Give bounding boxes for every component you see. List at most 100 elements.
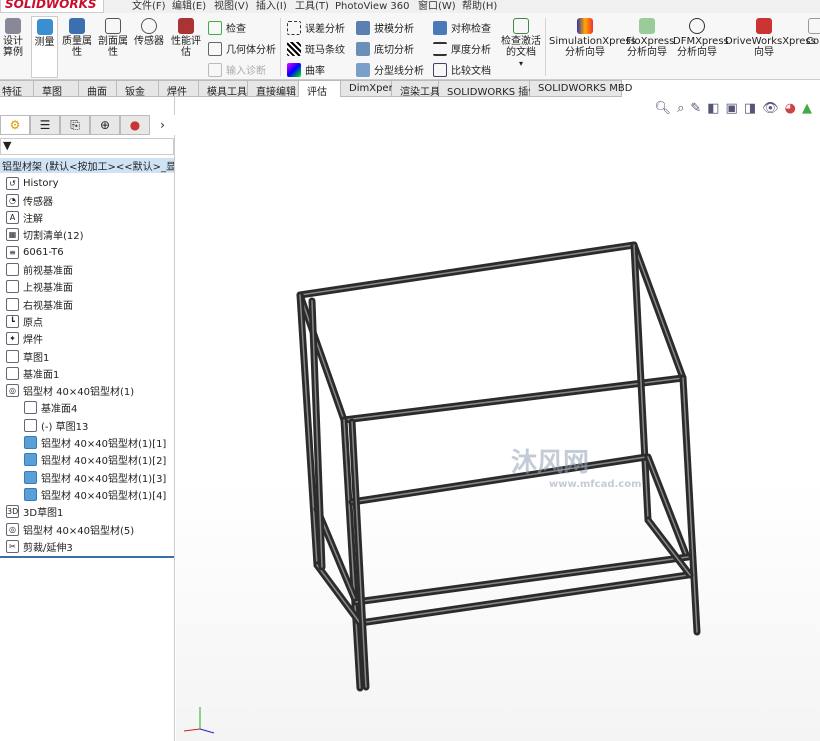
label: 对称检查 bbox=[451, 24, 491, 35]
menu-photoview[interactable]: PhotoView 360 bbox=[335, 0, 410, 13]
diagnostics-icon bbox=[208, 62, 222, 77]
chevron-right-icon[interactable]: › bbox=[150, 115, 175, 135]
measure-button[interactable]: 测量 bbox=[31, 16, 58, 78]
symmetry-check-button[interactable]: 对称检查 bbox=[433, 20, 491, 35]
parting-line-icon bbox=[356, 62, 370, 77]
tree-item-label: 右视基准面 bbox=[23, 300, 73, 312]
design-study-button[interactable]: 设计算例 bbox=[0, 18, 26, 58]
tree-item[interactable]: ≡ 6061-T6 bbox=[6, 244, 64, 260]
dfm-check-icon bbox=[689, 18, 705, 34]
tree-item[interactable]: 上视基准面 bbox=[6, 279, 73, 295]
check-active-document-button[interactable]: 检查激活的文档 ▾ bbox=[500, 18, 542, 69]
tree-item[interactable]: 铝型材 40×40铝型材(1)[3] bbox=[24, 469, 166, 485]
tree-item-label: 传感器 bbox=[23, 196, 53, 208]
solidworks-logo[interactable]: SOLIDWORKS bbox=[0, 0, 104, 13]
tab-surfaces[interactable]: 曲面 bbox=[79, 80, 117, 98]
costing-icon bbox=[808, 18, 820, 34]
tree-item[interactable]: ◎ 铝型材 40×40铝型材(5) bbox=[6, 521, 134, 537]
chevron-down-icon[interactable]: ▾ bbox=[500, 58, 542, 69]
tab-sketch[interactable]: 草图 bbox=[34, 80, 79, 98]
beam-highlight bbox=[299, 244, 635, 296]
tree-item[interactable]: 基准面1 bbox=[6, 365, 59, 381]
tree-item[interactable]: (-) 草图13 bbox=[24, 417, 88, 433]
mass-properties-button[interactable]: 质量属性 bbox=[60, 18, 94, 58]
propertymanager-tab-icon[interactable]: ☰ bbox=[30, 115, 60, 135]
import-diagnostics-button[interactable]: 输入诊断 bbox=[208, 62, 266, 77]
displaymanager-tab-icon[interactable]: ● bbox=[120, 115, 150, 135]
graphics-area[interactable]: 🔍︎ ⌕ ✎ ◧ ▣ ◨ 👁︎ ◕ ▲ 沐风网 www.mfcad.com bbox=[176, 97, 820, 741]
deviation-analysis-button[interactable]: 误差分析 bbox=[287, 20, 345, 35]
label: 输入诊断 bbox=[226, 66, 266, 77]
curvature-icon bbox=[287, 62, 301, 77]
rollback-bar[interactable] bbox=[0, 556, 174, 558]
geometry-analysis-button[interactable]: 几何体分析 bbox=[208, 41, 276, 56]
history-folder-icon: ↺ bbox=[6, 176, 19, 190]
label: 拔模分析 bbox=[374, 24, 414, 35]
tab-direct-editing[interactable]: 直接编辑 bbox=[248, 80, 299, 98]
featuremanager-tab-icon[interactable]: ⚙ bbox=[0, 115, 30, 135]
tree-item[interactable]: ◎ 铝型材 40×40铝型材(1) bbox=[6, 383, 134, 399]
tree-item[interactable]: ▦ 切割清单(12) bbox=[6, 227, 84, 243]
sensor-button[interactable]: 传感器 bbox=[132, 18, 166, 47]
curvature-button[interactable]: 曲率 bbox=[287, 62, 325, 77]
tab-dimxpert[interactable]: DimXpert bbox=[341, 80, 397, 97]
body-icon bbox=[24, 470, 37, 484]
tree-item[interactable]: 基准面4 bbox=[24, 400, 77, 416]
tab-solidworks-addins[interactable]: SOLIDWORKS 插件 bbox=[439, 80, 538, 98]
check-button[interactable]: 检查 bbox=[208, 20, 246, 35]
menu-tools[interactable]: 工具(T) bbox=[295, 0, 329, 13]
tab-weldments[interactable]: 焊件 bbox=[159, 80, 199, 98]
compare-documents-button[interactable]: 比较文档 bbox=[433, 62, 491, 77]
label: 检查 bbox=[226, 24, 246, 35]
tree-item[interactable]: A 注解 bbox=[6, 210, 43, 226]
tree-item[interactable]: ↺ History bbox=[6, 175, 59, 191]
dfmxpress-button[interactable]: DFMXpress 分析向导 bbox=[673, 18, 729, 58]
tree-item[interactable]: ✂ 剪裁/延伸3 bbox=[6, 538, 73, 554]
tree-item[interactable]: 铝型材 40×40铝型材(1)[2] bbox=[24, 452, 166, 468]
driveworksxpress-button[interactable]: DriveWorksXpress 向导 bbox=[725, 18, 816, 58]
menu-view[interactable]: 视图(V) bbox=[214, 0, 249, 13]
tree-item-label: 铝型材 40×40铝型材(1)[3] bbox=[41, 473, 167, 485]
performance-evaluation-button[interactable]: 性能评估 bbox=[168, 18, 204, 58]
tree-item[interactable]: ◔ 传感器 bbox=[6, 192, 53, 208]
tree-item[interactable]: ✦ 焊件 bbox=[6, 331, 43, 347]
menu-file[interactable]: 文件(F) bbox=[132, 0, 166, 13]
menu-edit[interactable]: 编辑(E) bbox=[172, 0, 206, 13]
tab-features[interactable]: 特征 bbox=[0, 80, 34, 98]
tree-item-label: 基准面1 bbox=[23, 369, 60, 381]
ribbon: 设计算例 测量 质量属性 剖面属性 传感器 性能评估 检查 几何体分析 输入诊断… bbox=[0, 13, 820, 80]
section-properties-button[interactable]: 剖面属性 bbox=[96, 18, 130, 58]
tree-item[interactable]: 3D 3D草图1 bbox=[6, 504, 63, 520]
tree-item[interactable]: 铝型材 40×40铝型材(1)[1] bbox=[24, 435, 166, 451]
tree-item[interactable]: ┗ 原点 bbox=[6, 313, 43, 329]
configurationmanager-tab-icon[interactable]: ⎘ bbox=[60, 115, 90, 135]
label: 分析向导 bbox=[677, 47, 717, 58]
tab-evaluate[interactable]: 评估 bbox=[299, 80, 341, 98]
draft-analysis-button[interactable]: 拔模分析 bbox=[356, 20, 414, 35]
zebra-stripes-button[interactable]: 斑马条纹 bbox=[287, 41, 345, 56]
model-frame bbox=[296, 241, 701, 692]
costing-button[interactable]: Co bbox=[806, 18, 820, 47]
tab-mold-tools[interactable]: 模具工具 bbox=[199, 80, 248, 98]
menu-insert[interactable]: 插入(I) bbox=[256, 0, 287, 13]
command-manager-tabs: 特征 草图 曲面 钣金 焊件 模具工具 直接编辑 评估 DimXpert 渲染工… bbox=[0, 80, 640, 98]
tab-sheet-metal[interactable]: 钣金 bbox=[117, 80, 159, 98]
menu-window[interactable]: 窗口(W) bbox=[418, 0, 456, 13]
parting-line-analysis-button[interactable]: 分型线分析 bbox=[356, 62, 424, 77]
simulationxpress-button[interactable]: SimulationXpress 分析向导 bbox=[549, 18, 636, 58]
tree-root-part[interactable]: 铝型材架 (默认<按加工><<默认>_显示状态 1>) bbox=[0, 158, 174, 173]
thickness-analysis-button[interactable]: 厚度分析 bbox=[433, 41, 491, 56]
tree-item[interactable]: 前视基准面 bbox=[6, 262, 73, 278]
dimxpertmanager-tab-icon[interactable]: ⊕ bbox=[90, 115, 120, 135]
tab-solidworks-mbd[interactable]: SOLIDWORKS MBD bbox=[530, 80, 632, 97]
menu-help[interactable]: 帮助(H) bbox=[462, 0, 497, 13]
tree-item[interactable]: 草图1 bbox=[6, 348, 49, 364]
tree-item[interactable]: 右视基准面 bbox=[6, 296, 73, 312]
tab-render-tools[interactable]: 渲染工具 bbox=[392, 80, 440, 98]
filter-icon[interactable]: ▼ bbox=[0, 138, 174, 155]
tree-item[interactable]: 铝型材 40×40铝型材(1)[4] bbox=[24, 486, 166, 502]
undercut-analysis-button[interactable]: 底切分析 bbox=[356, 41, 414, 56]
tree-item-label: 基准面4 bbox=[41, 404, 78, 416]
floxpress-button[interactable]: FloXpress 分析向导 bbox=[626, 18, 674, 58]
symmetry-icon bbox=[433, 20, 447, 35]
